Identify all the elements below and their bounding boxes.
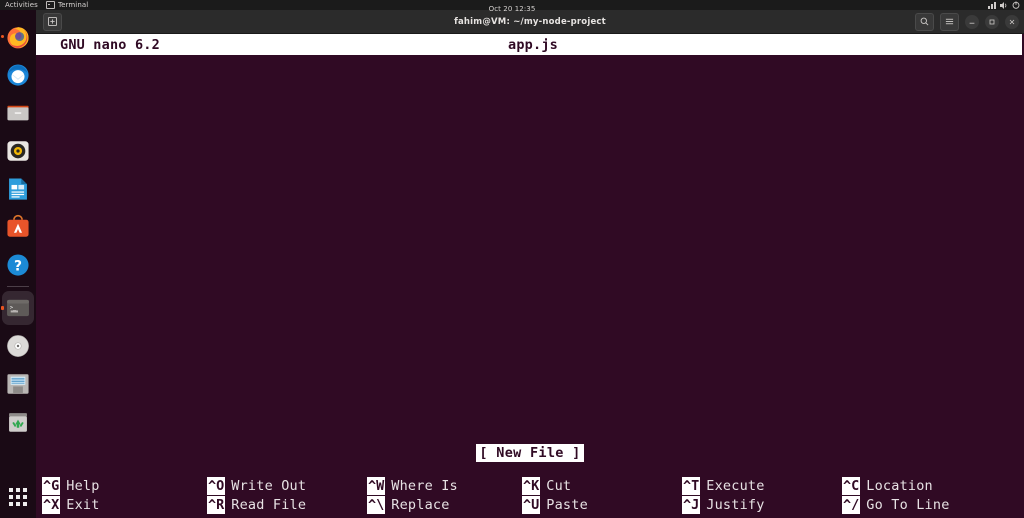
shortcut-label: Replace (391, 496, 450, 513)
svg-text:>_: >_ (10, 305, 17, 311)
shortcut-where-is[interactable]: ^W Where Is (367, 476, 522, 495)
shortcut-key: ^/ (842, 495, 861, 514)
shortcut-label: Go To Line (866, 496, 950, 513)
shortcut-label: Cut (546, 477, 572, 494)
shortcut-key: ^G (42, 476, 61, 495)
shortcut-key: ^W (367, 476, 386, 495)
maximize-button[interactable] (985, 14, 999, 29)
shortcut-cut[interactable]: ^K Cut (522, 476, 682, 495)
close-icon (1009, 19, 1015, 24)
shortcut-label: Where Is (391, 477, 458, 494)
minimize-icon (969, 22, 975, 24)
volume-icon (1000, 1, 1007, 9)
dock-item-install-media[interactable] (0, 365, 36, 403)
apps-grid-icon (9, 488, 27, 506)
shortcut-label: Location (866, 477, 933, 494)
shortcut-row-2: ^X Exit ^R Read File ^\ Replace ^U Paste (42, 495, 1024, 514)
terminal-app-icon: >_ (7, 299, 29, 317)
shortcut-key: ^U (522, 495, 541, 514)
shortcut-label: Execute (706, 477, 765, 494)
shortcut-key: ^K (522, 476, 541, 495)
minimize-button[interactable] (965, 14, 979, 29)
ubuntu-dock: ? >_ (0, 10, 36, 518)
shortcut-read-file[interactable]: ^R Read File (207, 495, 367, 514)
shortcut-key: ^\ (367, 495, 386, 514)
ubuntu-software-icon (7, 214, 29, 237)
system-status-area[interactable] (988, 1, 1020, 9)
nano-status-line: [ New File ] (36, 444, 1024, 462)
shortcut-label: Help (66, 477, 100, 494)
power-icon (1012, 1, 1020, 9)
shortcut-justify[interactable]: ^J Justify (682, 495, 842, 514)
search-icon (920, 17, 929, 26)
dock-item-firefox[interactable] (0, 18, 36, 56)
libreoffice-writer-icon (9, 178, 27, 200)
network-icon (988, 1, 996, 9)
terminal-search-button[interactable] (915, 12, 934, 31)
dock-item-trash[interactable] (0, 403, 36, 441)
dock-item-terminal[interactable]: >_ (0, 289, 36, 327)
maximize-icon (989, 19, 995, 24)
dock-item-libreoffice-writer[interactable] (0, 170, 36, 208)
shortcut-label: Exit (66, 496, 100, 513)
desktop-screen: Activities Terminal Oct 20 12:35 ? >_ fa… (0, 0, 1024, 518)
nano-text-area[interactable] (36, 55, 1024, 444)
nano-shortcut-bar: ^G Help ^O Write Out ^W Where Is ^K Cut (36, 476, 1024, 518)
top-bar-clock-wrap[interactable]: Oct 20 12:35 (0, 0, 1024, 15)
shortcut-label: Paste (546, 496, 588, 513)
dock-item-files[interactable] (0, 94, 36, 132)
shortcut-key: ^J (682, 495, 701, 514)
shortcut-key: ^T (682, 476, 701, 495)
trash-icon (9, 413, 27, 432)
nano-filename: app.js (508, 36, 558, 53)
show-applications-button[interactable] (0, 482, 36, 512)
shortcut-location[interactable]: ^C Location (842, 476, 1002, 495)
rhythmbox-icon (7, 141, 29, 161)
shortcut-label: Write Out (231, 477, 307, 494)
dock-item-rhythmbox[interactable] (0, 132, 36, 170)
close-button[interactable] (1005, 14, 1019, 29)
dock-item-ubuntu-software[interactable] (0, 208, 36, 246)
dock-separator (7, 286, 29, 287)
floppy-install-icon (7, 374, 29, 394)
firefox-icon (7, 27, 29, 49)
terminal-title: fahim@VM: ~/my-node-project (454, 16, 606, 27)
shortcut-key: ^C (842, 476, 861, 495)
shortcut-label: Justify (706, 496, 765, 513)
new-tab-icon (48, 17, 57, 26)
dock-item-list: ? >_ (0, 18, 36, 441)
files-folder-icon (7, 105, 29, 121)
dock-item-thunderbird[interactable] (0, 56, 36, 94)
dock-item-help[interactable]: ? (0, 246, 36, 284)
nano-editor[interactable]: GNU nano 6.2 app.js [ New File ] ^G Help… (36, 34, 1024, 518)
shortcut-key: ^O (207, 476, 226, 495)
terminal-menu-button[interactable] (940, 12, 959, 31)
svg-text:?: ? (14, 258, 22, 274)
status-badge: [ New File ] (476, 444, 584, 462)
window-controls (915, 12, 1019, 31)
shortcut-key: ^R (207, 495, 226, 514)
nano-title-bar: GNU nano 6.2 app.js (36, 34, 1022, 55)
disc-icon (7, 335, 29, 357)
shortcut-paste[interactable]: ^U Paste (522, 495, 682, 514)
shortcut-execute[interactable]: ^T Execute (682, 476, 842, 495)
shortcut-label: Read File (231, 496, 307, 513)
shortcut-row-1: ^G Help ^O Write Out ^W Where Is ^K Cut (42, 476, 1024, 495)
thunderbird-icon (7, 64, 29, 86)
new-tab-button[interactable] (43, 12, 62, 31)
clock: Oct 20 12:35 (488, 4, 536, 13)
shortcut-write-out[interactable]: ^O Write Out (207, 476, 367, 495)
shortcut-exit[interactable]: ^X Exit (42, 495, 207, 514)
dock-item-disc[interactable] (0, 327, 36, 365)
shortcut-go-to-line[interactable]: ^/ Go To Line (842, 495, 1002, 514)
shortcut-replace[interactable]: ^\ Replace (367, 495, 522, 514)
gnome-top-bar: Activities Terminal Oct 20 12:35 (0, 0, 1024, 13)
shortcut-help[interactable]: ^G Help (42, 476, 207, 495)
help-icon: ? (7, 254, 29, 276)
shortcut-key: ^X (42, 495, 61, 514)
hamburger-menu-icon (945, 18, 954, 25)
terminal-window: fahim@VM: ~/my-node-project GNU nano 6.2… (36, 10, 1024, 518)
